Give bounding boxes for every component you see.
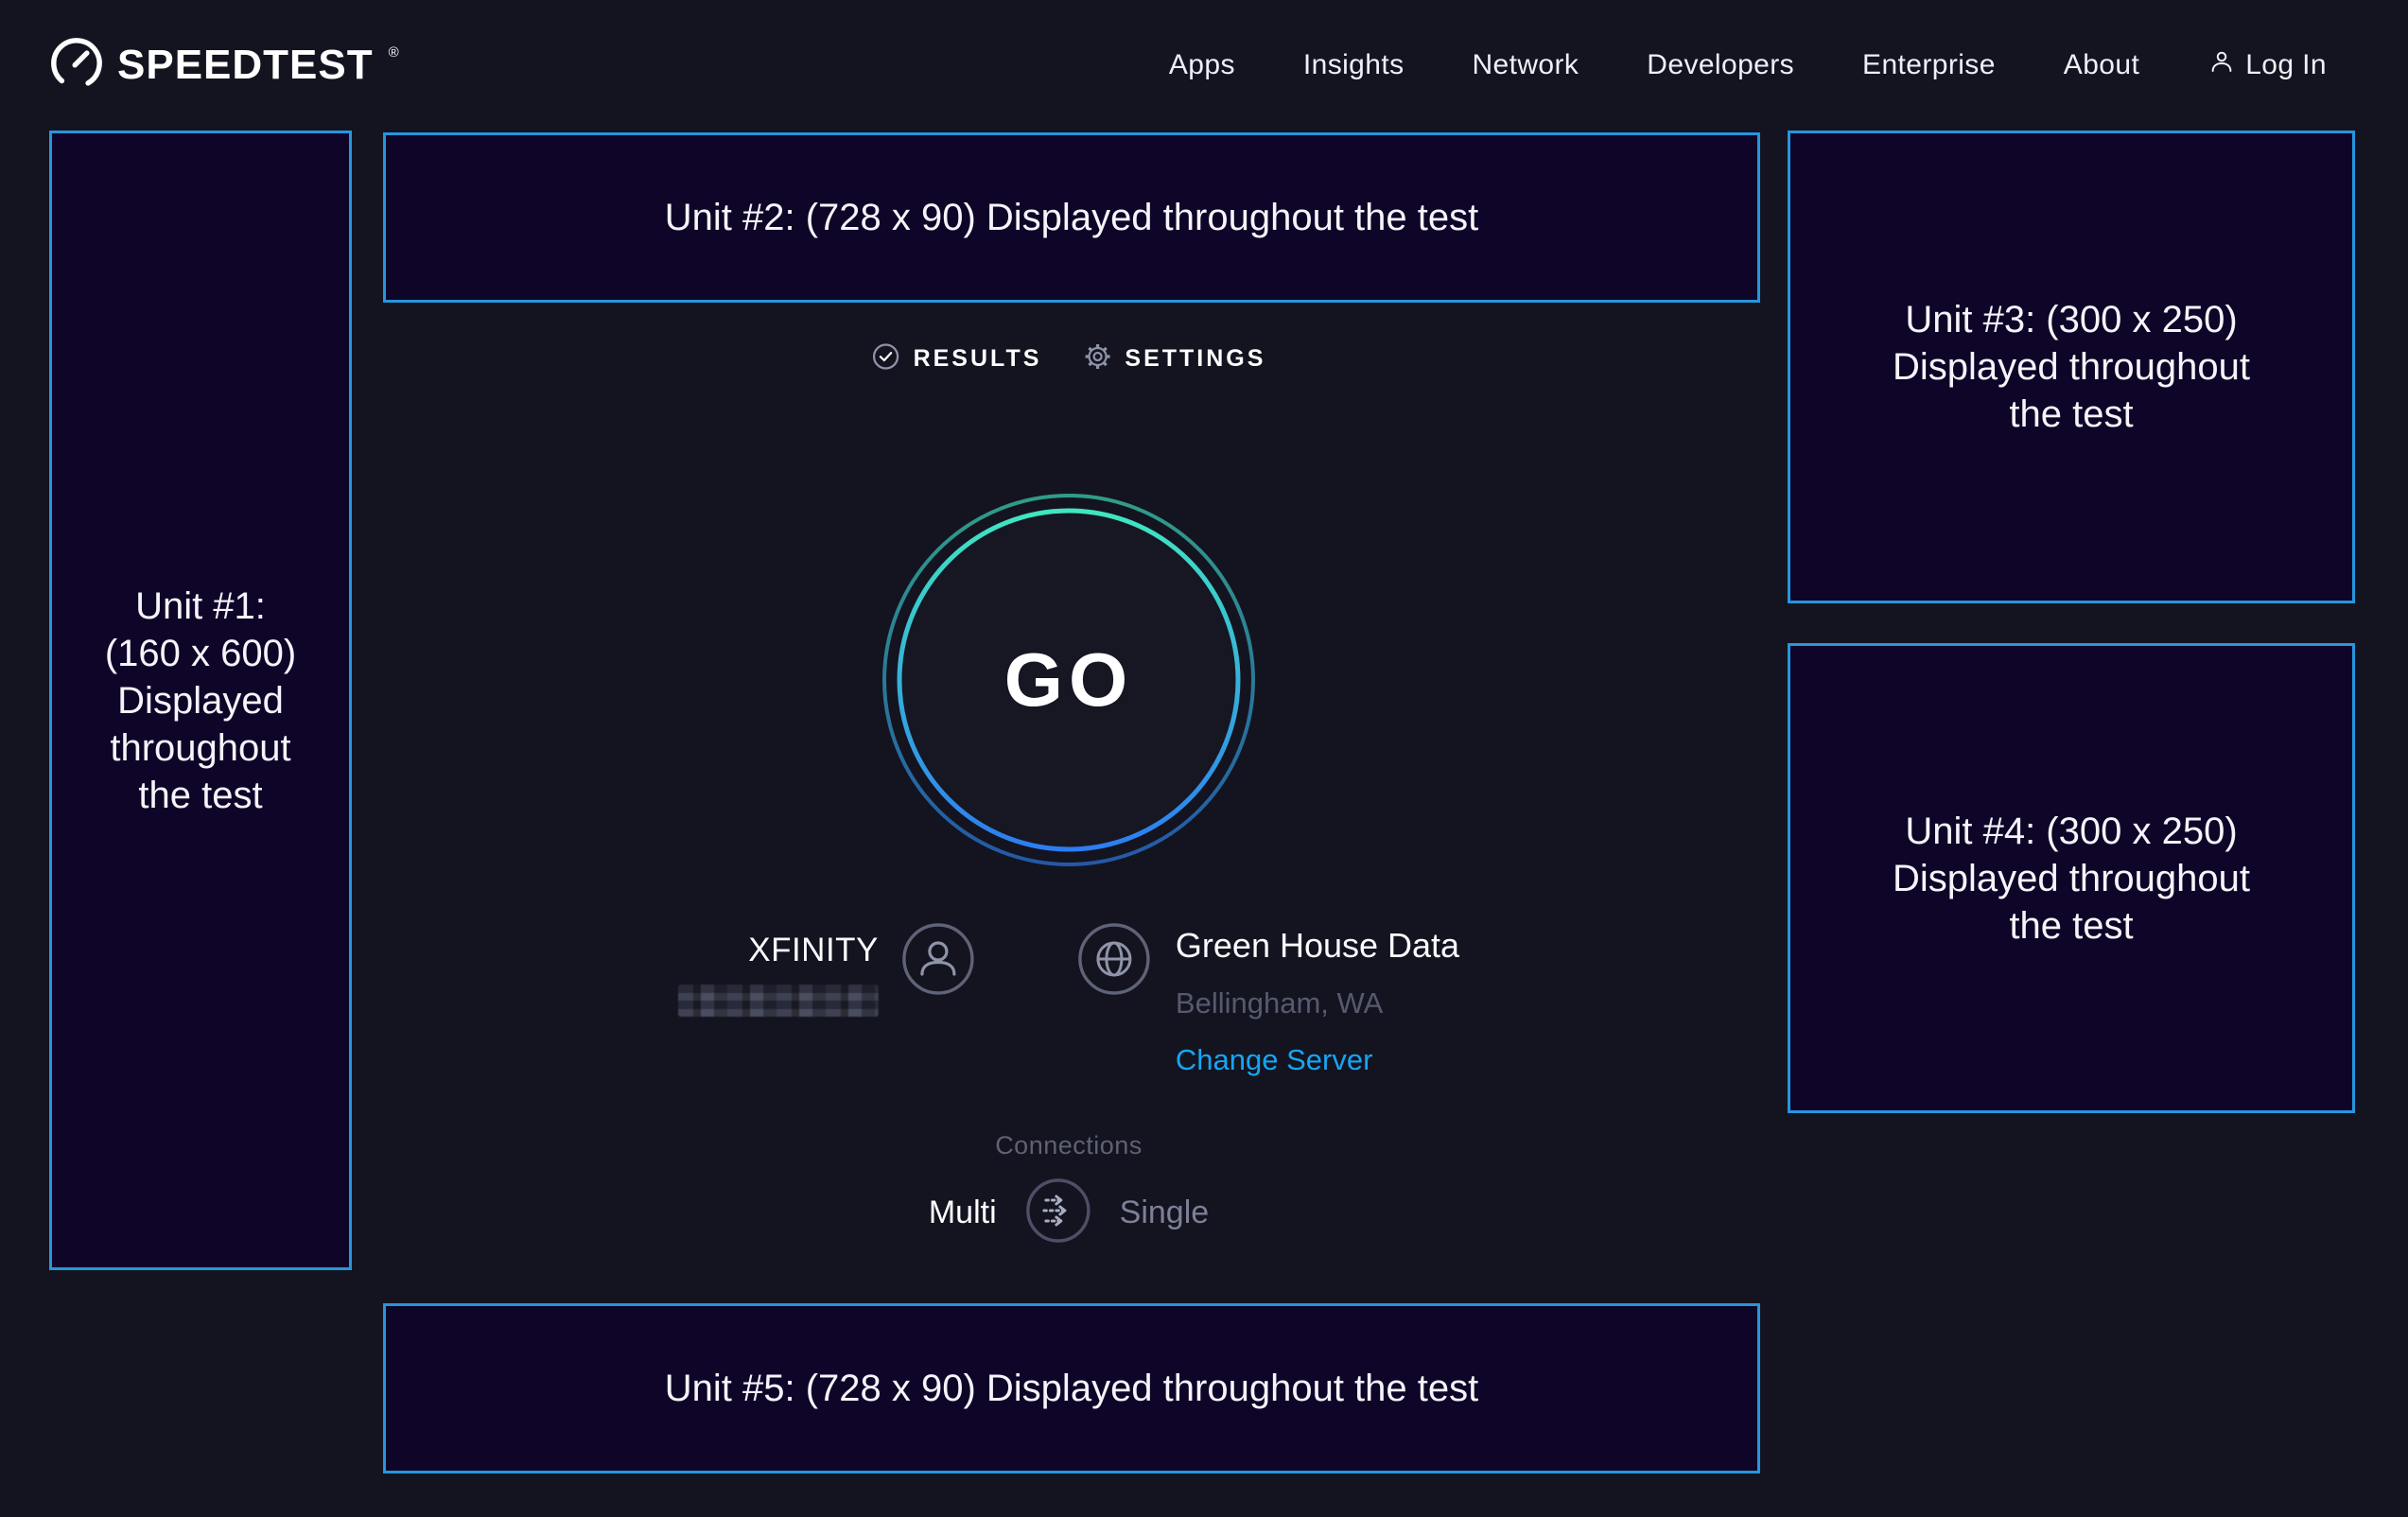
user-icon bbox=[901, 922, 975, 1001]
nav-item-developers[interactable]: Developers bbox=[1647, 49, 1794, 81]
login-button[interactable]: Log In bbox=[2207, 47, 2327, 83]
server-name: Green House Data bbox=[1176, 926, 1459, 966]
logo-wordmark: SPEEDTEST bbox=[117, 42, 374, 89]
go-button[interactable]: GO bbox=[880, 491, 1258, 869]
ad-unit-3-text: Unit #3: (300 x 250) Displayed throughou… bbox=[1893, 296, 2250, 438]
server-location: Bellingham, WA bbox=[1176, 986, 1459, 1020]
connections-toggle-row: Multi Single bbox=[929, 1177, 1209, 1248]
speedometer-icon bbox=[49, 36, 104, 96]
globe-icon bbox=[1077, 922, 1151, 1001]
check-circle-icon bbox=[872, 342, 900, 375]
ad-unit-4-text: Unit #4: (300 x 250) Displayed throughou… bbox=[1893, 808, 2250, 950]
isp-block: XFINITY bbox=[678, 932, 879, 1017]
speedtest-page: SPEEDTEST ® Apps Insights Network Develo… bbox=[0, 0, 2408, 1517]
test-tabs: RESULTS SETTINGS bbox=[872, 342, 1266, 375]
logo-trademark: ® bbox=[389, 44, 399, 61]
nav-item-enterprise[interactable]: Enterprise bbox=[1862, 49, 1996, 81]
connections-multi-option[interactable]: Multi bbox=[929, 1194, 997, 1231]
connection-info: XFINITY Green House Data Bellingham, WA … bbox=[678, 922, 1459, 1077]
server-block: Green House Data Bellingham, WA Change S… bbox=[1176, 926, 1459, 1077]
tab-results[interactable]: RESULTS bbox=[872, 342, 1042, 375]
speedtest-logo[interactable]: SPEEDTEST ® bbox=[49, 36, 397, 96]
connections-label: Connections bbox=[995, 1131, 1143, 1160]
ad-unit-3[interactable]: Unit #3: (300 x 250) Displayed throughou… bbox=[1788, 131, 2355, 603]
nav-item-apps[interactable]: Apps bbox=[1169, 49, 1235, 81]
nav-menu: Apps Insights Network Developers Enterpr… bbox=[1169, 47, 2327, 83]
top-nav: SPEEDTEST ® Apps Insights Network Develo… bbox=[0, 0, 2408, 131]
multi-connections-icon[interactable] bbox=[1025, 1177, 1091, 1248]
isp-name: XFINITY bbox=[748, 932, 879, 969]
gear-icon bbox=[1083, 342, 1111, 375]
redacted-ip bbox=[678, 985, 879, 1017]
ad-unit-2[interactable]: Unit #2: (728 x 90) Displayed throughout… bbox=[383, 132, 1760, 303]
nav-item-network[interactable]: Network bbox=[1472, 49, 1579, 81]
ad-unit-2-text: Unit #2: (728 x 90) Displayed throughout… bbox=[665, 194, 1479, 241]
connections-single-option[interactable]: Single bbox=[1120, 1194, 1210, 1231]
connections-section: Connections Multi Single bbox=[929, 1131, 1209, 1248]
nav-item-about[interactable]: About bbox=[2064, 49, 2139, 81]
person-icon bbox=[2207, 47, 2236, 83]
ad-unit-4[interactable]: Unit #4: (300 x 250) Displayed throughou… bbox=[1788, 643, 2355, 1113]
ad-unit-1[interactable]: Unit #1: (160 x 600) Displayed throughou… bbox=[49, 131, 352, 1270]
go-button-label: GO bbox=[880, 491, 1258, 869]
ad-unit-1-text: Unit #1: (160 x 600) Displayed throughou… bbox=[105, 583, 296, 819]
ad-unit-5-text: Unit #5: (728 x 90) Displayed throughout… bbox=[665, 1365, 1479, 1412]
nav-item-insights[interactable]: Insights bbox=[1303, 49, 1405, 81]
change-server-link[interactable]: Change Server bbox=[1176, 1043, 1459, 1077]
ad-unit-5[interactable]: Unit #5: (728 x 90) Displayed throughout… bbox=[383, 1303, 1760, 1473]
tab-settings[interactable]: SETTINGS bbox=[1083, 342, 1265, 375]
